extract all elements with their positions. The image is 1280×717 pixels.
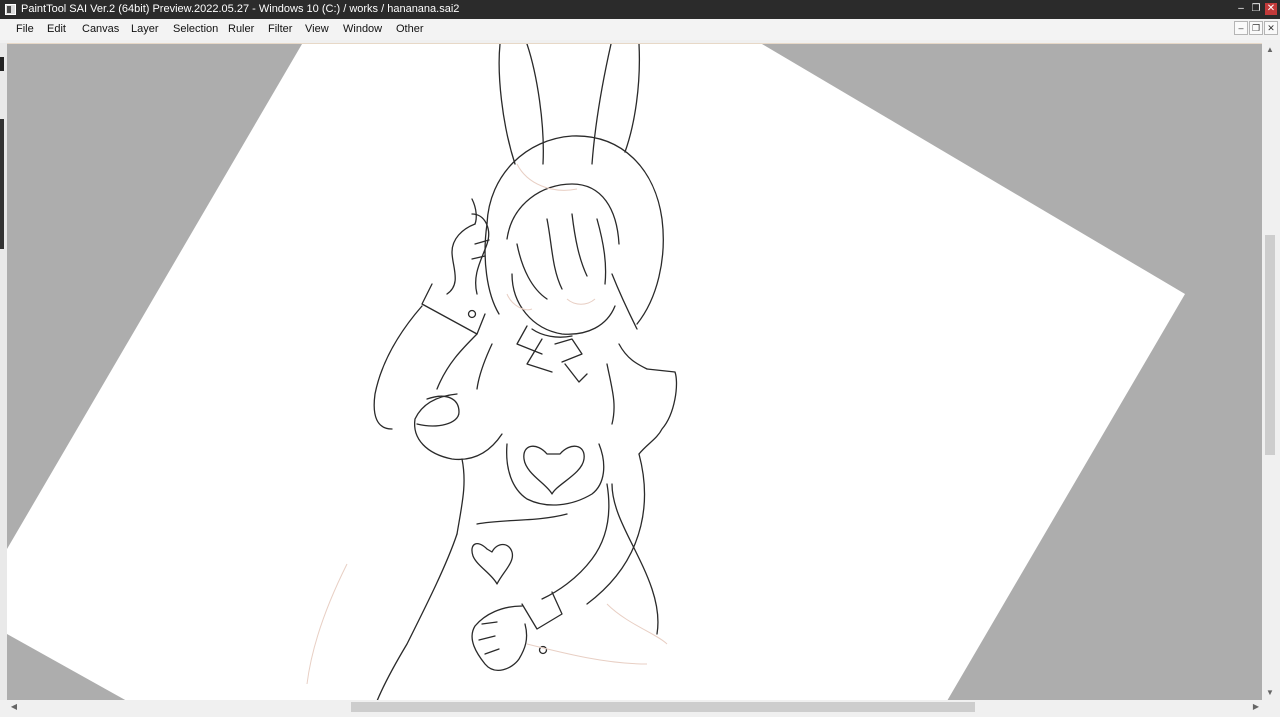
close-document-button[interactable]: ✕: [1264, 21, 1278, 35]
scroll-up-icon[interactable]: ▲: [1265, 45, 1275, 55]
scroll-down-icon[interactable]: ▼: [1265, 688, 1275, 698]
horizontal-scrollbar[interactable]: ◀ ▶: [7, 700, 1263, 714]
menu-bar: File Edit Canvas Layer Selection Ruler F…: [0, 19, 1280, 40]
menu-file[interactable]: File: [16, 23, 34, 35]
menu-edit[interactable]: Edit: [47, 23, 66, 35]
menu-view[interactable]: View: [305, 23, 329, 35]
minimize-document-button[interactable]: –: [1234, 21, 1248, 35]
app-icon: [5, 4, 16, 15]
menu-selection[interactable]: Selection: [173, 23, 218, 35]
menu-layer[interactable]: Layer: [131, 23, 159, 35]
menu-filter[interactable]: Filter: [268, 23, 292, 35]
minimize-window-button[interactable]: –: [1235, 3, 1247, 15]
menu-window[interactable]: Window: [343, 23, 382, 35]
menu-other[interactable]: Other: [396, 23, 424, 35]
title-bar: PaintTool SAI Ver.2 (64bit) Preview.2022…: [0, 0, 1280, 19]
scroll-right-icon[interactable]: ▶: [1251, 702, 1261, 712]
panel-marker: [0, 57, 4, 71]
canvas-paper: [7, 44, 1185, 701]
vertical-scrollbar[interactable]: ▲ ▼: [1263, 43, 1277, 700]
canvas-viewport[interactable]: [7, 43, 1262, 701]
restore-document-button[interactable]: ❐: [1249, 21, 1263, 35]
window-title: PaintTool SAI Ver.2 (64bit) Preview.2022…: [21, 3, 460, 15]
restore-window-button[interactable]: ❐: [1250, 3, 1262, 15]
close-window-button[interactable]: ✕: [1265, 3, 1277, 15]
menu-canvas[interactable]: Canvas: [82, 23, 119, 35]
horizontal-scroll-thumb[interactable]: [351, 702, 975, 712]
canvas-artwork[interactable]: [7, 44, 1262, 701]
scroll-left-icon[interactable]: ◀: [9, 702, 19, 712]
left-edge-panel: [0, 43, 7, 700]
menu-ruler[interactable]: Ruler: [228, 23, 254, 35]
vertical-scroll-thumb[interactable]: [1265, 235, 1275, 455]
panel-marker: [0, 119, 4, 249]
